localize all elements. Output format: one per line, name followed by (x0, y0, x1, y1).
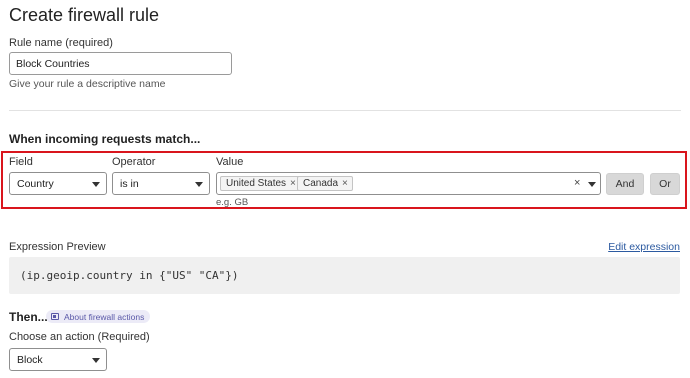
and-button[interactable]: And (606, 173, 644, 195)
expression-preview-label: Expression Preview (9, 241, 106, 253)
value-tag-united-states: United States × (220, 176, 301, 191)
about-firewall-actions-label: About firewall actions (64, 311, 145, 322)
chevron-down-icon (92, 182, 100, 187)
rule-name-label: Rule name (required) (9, 37, 113, 49)
value-help: e.g. GB (216, 197, 249, 208)
action-select-value: Block (17, 353, 43, 366)
field-label: Field (9, 156, 33, 168)
expression-code-text: (ip.geoip.country in {"US" "CA"}) (20, 269, 239, 282)
operator-label: Operator (112, 156, 156, 168)
value-tag-canada: Canada × (297, 176, 353, 191)
clear-all-icon[interactable]: × (574, 177, 580, 189)
chevron-down-icon[interactable] (588, 182, 596, 187)
rule-name-input[interactable] (9, 52, 232, 75)
chevron-down-icon (92, 358, 100, 363)
operator-select-value: is in (120, 177, 139, 190)
page-title: Create firewall rule (9, 5, 160, 25)
field-select-value: Country (17, 177, 54, 190)
chevron-down-icon (195, 182, 203, 187)
action-label: Choose an action (Required) (9, 331, 150, 343)
action-select[interactable]: Block (9, 348, 107, 371)
value-multi-select[interactable]: United States × Canada × × (216, 172, 601, 195)
then-section-title: Then... (9, 310, 48, 324)
rule-name-help: Give your rule a descriptive name (9, 78, 166, 90)
value-tag-label: Canada (303, 178, 339, 189)
or-button[interactable]: Or (650, 173, 680, 195)
value-label: Value (216, 156, 244, 168)
value-tag-label: United States (226, 178, 287, 189)
about-firewall-actions-badge[interactable]: About firewall actions (46, 310, 151, 323)
expression-preview-code: (ip.geoip.country in {"US" "CA"}) (9, 257, 680, 294)
tag-remove-icon[interactable]: × (342, 178, 348, 189)
docs-icon (51, 313, 59, 320)
match-section-title: When incoming requests match... (9, 132, 201, 146)
section-divider (9, 110, 681, 111)
operator-select[interactable]: is in (112, 172, 210, 195)
field-select[interactable]: Country (9, 172, 107, 195)
edit-expression-link[interactable]: Edit expression (608, 241, 680, 253)
tag-remove-icon[interactable]: × (290, 178, 296, 189)
